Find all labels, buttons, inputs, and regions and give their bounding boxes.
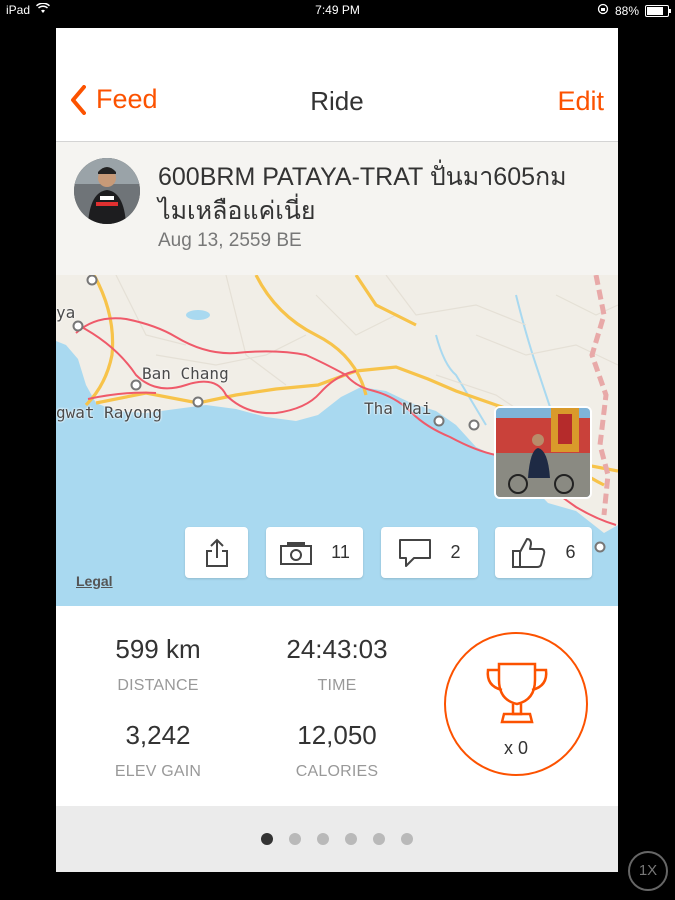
elevation-stat: 3,242 ELEV GAIN <box>68 720 248 781</box>
page-dot[interactable] <box>317 833 329 845</box>
map-photo-thumbnail[interactable] <box>494 406 592 499</box>
calories-label: CALORIES <box>295 763 379 780</box>
map-place-label: gwat Rayong <box>56 403 162 422</box>
share-button[interactable] <box>185 527 248 578</box>
comments-button[interactable]: 2 <box>381 527 478 578</box>
comments-count: 2 <box>450 542 461 562</box>
page-dot[interactable] <box>289 833 301 845</box>
calories-stat: 12,050 CALORIES <box>247 720 427 781</box>
share-icon <box>205 538 228 567</box>
edit-button[interactable]: Edit <box>557 86 604 117</box>
page-title: Ride <box>310 86 364 116</box>
page-dot[interactable] <box>345 833 357 845</box>
photos-count: 11 <box>331 542 350 562</box>
status-time: 7:49 PM <box>315 3 360 17</box>
distance-label: DISTANCE <box>117 677 199 694</box>
achievements-button[interactable]: x 0 <box>444 632 588 776</box>
kudos-count: 6 <box>565 542 576 562</box>
comment-icon <box>399 538 432 567</box>
elevation-label: ELEV GAIN <box>114 763 202 780</box>
achievements-count: x 0 <box>503 738 528 758</box>
route-map[interactable]: ya Ban Chang gwat Rayong Tha Mai 11 2 6 … <box>56 275 618 606</box>
map-lake <box>186 310 210 320</box>
photos-button[interactable]: 11 <box>266 527 363 578</box>
zoom-toggle-button[interactable]: 1X <box>628 851 668 891</box>
distance-value: 599 km <box>115 634 201 664</box>
legal-link[interactable]: Legal <box>76 573 113 589</box>
thumbs-up-icon <box>512 537 546 568</box>
athlete-avatar[interactable] <box>74 158 140 224</box>
map-place-label: ya <box>56 303 76 322</box>
status-bar: iPad 7:49 PM 88% <box>0 0 675 20</box>
battery-percent: 88% <box>614 3 639 18</box>
distance-stat: 599 km DISTANCE <box>68 634 248 695</box>
time-label: TIME <box>317 677 357 694</box>
page-dot[interactable] <box>261 833 273 845</box>
time-stat: 24:43:03 TIME <box>247 634 427 695</box>
rotation-lock-icon <box>597 3 609 18</box>
calories-value: 12,050 <box>297 720 377 750</box>
activity-date: Aug 13, 2559 BE <box>158 230 302 251</box>
time-value: 24:43:03 <box>286 634 388 664</box>
activity-detail-screen: Feed Ride Edit 600BRM PATAYA-TRAT ปั่นมา… <box>56 28 618 872</box>
map-place-label: Tha Mai <box>364 399 432 418</box>
trophy-icon <box>486 662 548 724</box>
battery-icon <box>645 4 671 17</box>
map-place-label: Ban Chang <box>142 364 229 383</box>
camera-icon <box>280 541 313 565</box>
page-dot[interactable] <box>401 833 413 845</box>
activity-header: 600BRM PATAYA-TRAT ปั่นมา605กม ไมเหลือแค… <box>56 142 618 275</box>
navigation-bar: Feed Ride Edit <box>56 28 618 142</box>
kudos-button[interactable]: 6 <box>495 527 592 578</box>
elevation-value: 3,242 <box>125 720 191 750</box>
activity-title: 600BRM PATAYA-TRAT ปั่นมา605กม ไมเหลือแค… <box>158 163 567 225</box>
activity-stats: 599 km DISTANCE 24:43:03 TIME 3,242 ELEV… <box>56 606 618 806</box>
page-dot[interactable] <box>373 833 385 845</box>
page-indicator <box>56 806 618 872</box>
